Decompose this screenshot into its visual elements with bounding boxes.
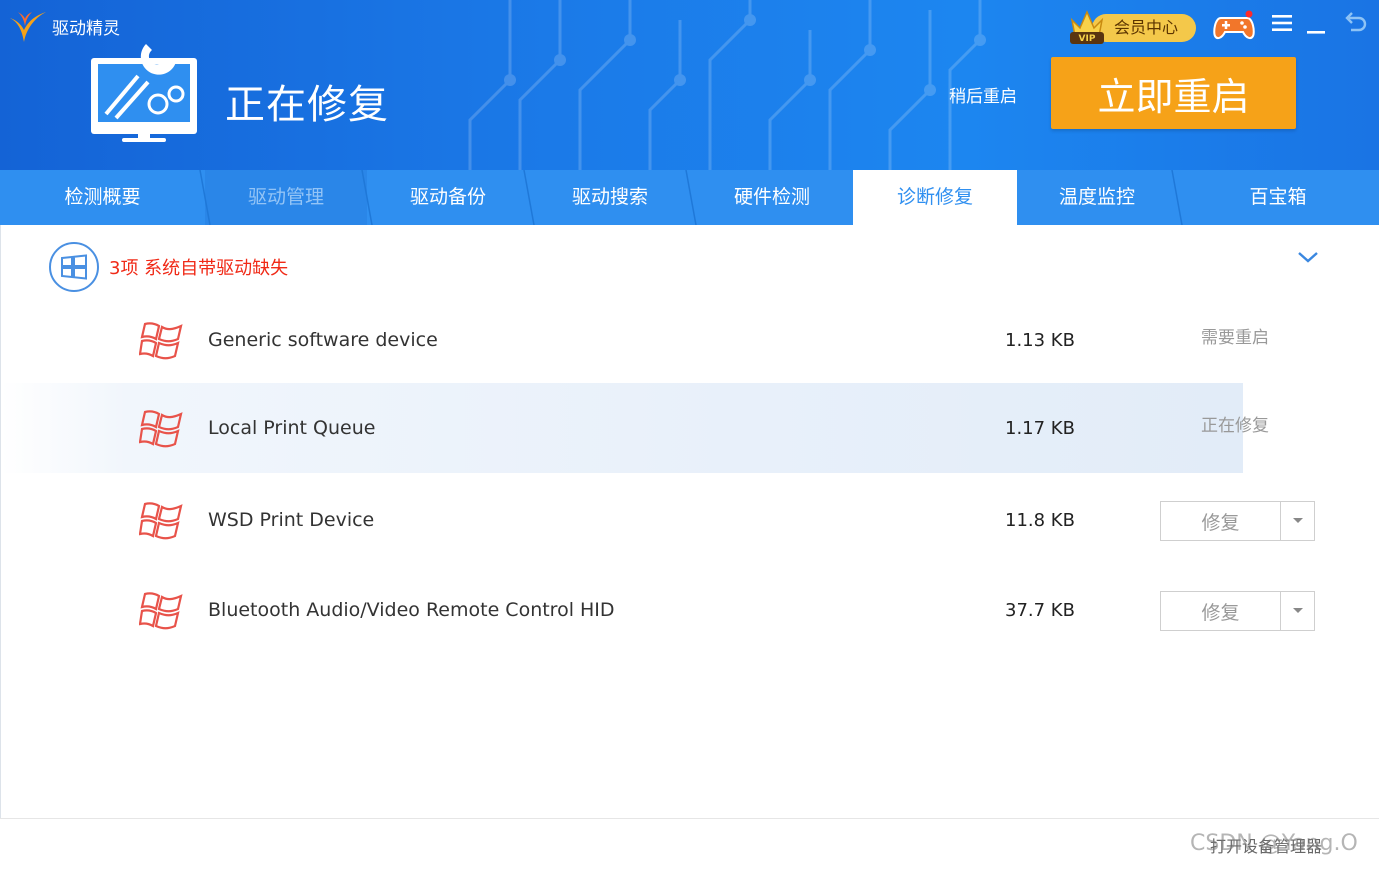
app-window: 驱动精灵 正在修复 稍后重启 立即重启 会员中心 VIP 检测概要 驱动管理 驱… xyxy=(0,0,1379,869)
header-banner: 驱动精灵 正在修复 稍后重启 立即重启 会员中心 VIP xyxy=(0,0,1379,170)
tab-label: 驱动搜索 xyxy=(571,186,648,208)
repair-button[interactable]: 修复 xyxy=(1161,592,1280,630)
driver-size: 37.7 KB xyxy=(1005,600,1075,621)
tab-hardware-check[interactable]: 硬件检测 xyxy=(691,170,853,225)
driver-row: Bluetooth Audio/Video Remote Control HID… xyxy=(1,565,1379,655)
repair-split-button: 修复 xyxy=(1160,591,1315,631)
tab-toolbox[interactable]: 百宝箱 xyxy=(1177,170,1379,225)
tab-driver-management[interactable]: 驱动管理 xyxy=(205,170,367,225)
back-icon[interactable] xyxy=(1343,10,1367,34)
driver-size: 11.8 KB xyxy=(1005,510,1075,531)
tab-temperature-monitor[interactable]: 温度监控 xyxy=(1017,170,1177,225)
driver-name: Bluetooth Audio/Video Remote Control HID xyxy=(208,599,615,621)
driver-windows-icon xyxy=(139,592,183,630)
repair-options-dropdown[interactable] xyxy=(1280,592,1314,630)
repair-split-button: 修复 xyxy=(1160,501,1315,541)
driver-windows-icon xyxy=(139,502,183,540)
tab-overview[interactable]: 检测概要 xyxy=(0,170,205,225)
driver-name: Generic software device xyxy=(208,329,438,351)
driver-windows-icon xyxy=(139,322,183,360)
driver-name: WSD Print Device xyxy=(208,509,375,531)
circuit-decoration xyxy=(468,0,986,170)
driver-row: Generic software device 1.13 KB 需要重启 xyxy=(1,295,1379,385)
page-title: 正在修复 xyxy=(225,82,389,128)
dropdown-arrow-icon xyxy=(1292,518,1303,523)
main-tab-bar: 检测概要 驱动管理 驱动备份 驱动搜索 硬件检测 诊断修复 温度监控 百宝箱 xyxy=(0,170,1379,225)
driver-row-active: Local Print Queue 1.17 KB 正在修复 xyxy=(1,383,1379,473)
vip-crown-icon: VIP xyxy=(1070,10,1104,44)
tab-label: 驱动备份 xyxy=(409,186,486,208)
group-header[interactable]: 3项 系统自带驱动缺失 xyxy=(49,242,288,292)
restart-later-button[interactable]: 稍后重启 xyxy=(949,82,1017,107)
tab-label: 驱动管理 xyxy=(247,186,324,208)
dropdown-arrow-icon xyxy=(1292,608,1303,613)
tab-driver-backup[interactable]: 驱动备份 xyxy=(367,170,529,225)
repair-button[interactable]: 修复 xyxy=(1161,502,1280,540)
tab-label: 诊断修复 xyxy=(896,186,973,208)
driver-row: WSD Print Device 11.8 KB 修复 xyxy=(1,475,1379,565)
repair-options-dropdown[interactable] xyxy=(1280,502,1314,540)
tab-driver-search[interactable]: 驱动搜索 xyxy=(529,170,691,225)
tab-label: 温度监控 xyxy=(1058,186,1135,208)
windows-badge xyxy=(49,242,99,292)
driver-size: 1.17 KB xyxy=(1005,418,1075,439)
logo-icon xyxy=(10,12,46,42)
driver-windows-icon xyxy=(139,410,183,448)
tab-label: 硬件检测 xyxy=(733,186,810,208)
group-title: 3项 系统自带驱动缺失 xyxy=(109,258,289,279)
vip-center-button[interactable]: 会员中心 VIP xyxy=(1066,6,1198,44)
watermark: CSDN @Yang.O xyxy=(1190,831,1358,856)
tab-label: 百宝箱 xyxy=(1249,186,1307,208)
hero-monitor-icon xyxy=(91,44,197,142)
tab-diagnose-repair[interactable]: 诊断修复 xyxy=(853,170,1017,225)
driver-status: 需要重启 xyxy=(1201,328,1269,348)
driver-size: 1.13 KB xyxy=(1005,330,1075,351)
menu-icon[interactable] xyxy=(1272,14,1292,32)
minimize-icon[interactable] xyxy=(1306,16,1326,36)
footer-bar: 打开设备管理器 CSDN @Yang.O xyxy=(0,818,1379,869)
windows-icon xyxy=(61,254,87,280)
tab-label: 检测概要 xyxy=(64,186,141,208)
gamepad-icon[interactable] xyxy=(1213,10,1255,42)
chevron-down-icon[interactable] xyxy=(1296,249,1320,265)
restart-now-button[interactable]: 立即重启 xyxy=(1051,57,1296,129)
repair-list-panel: 3项 系统自带驱动缺失 Generic software device 1.13… xyxy=(0,225,1379,818)
vip-badge: VIP xyxy=(1079,34,1096,44)
app-name: 驱动精灵 xyxy=(52,18,120,39)
driver-name: Local Print Queue xyxy=(208,417,376,439)
driver-status: 正在修复 xyxy=(1201,416,1269,436)
